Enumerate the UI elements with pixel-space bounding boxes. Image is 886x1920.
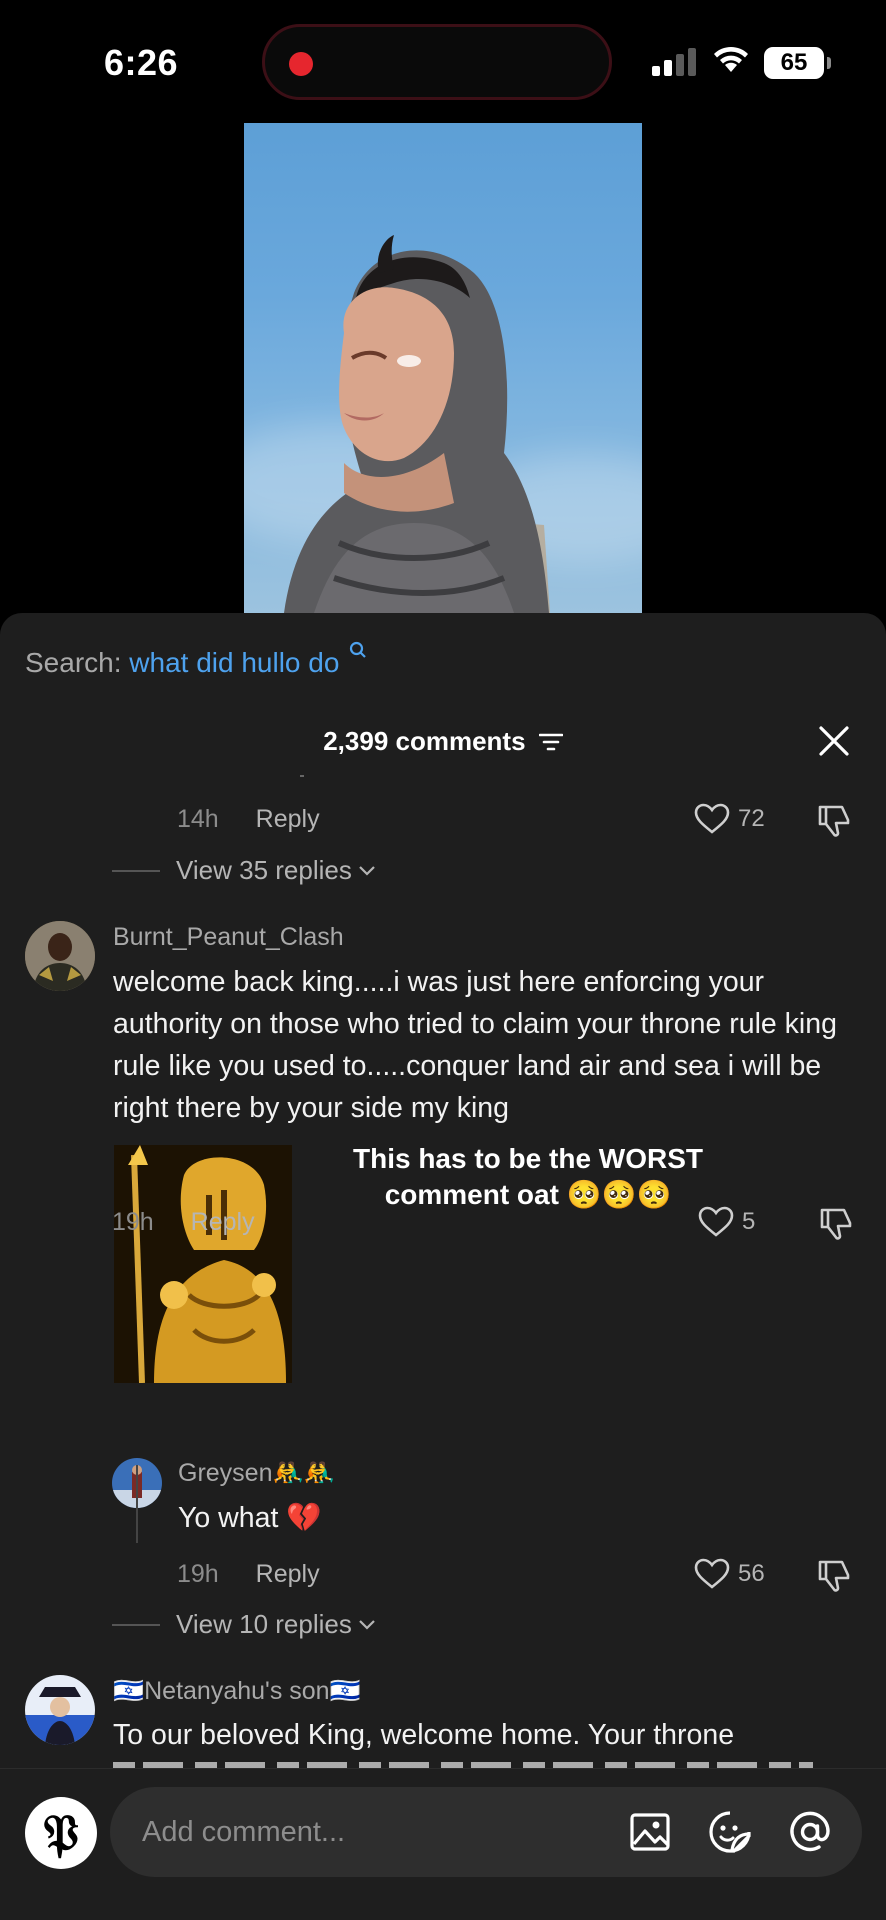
comment-meta: 14h Reply (177, 805, 320, 834)
comment-text: welcome back king.....i was just here en… (113, 966, 837, 1124)
avatar[interactable] (25, 1675, 95, 1745)
recording-indicator-icon (289, 52, 313, 76)
comment-time: 14h (177, 805, 219, 833)
view-replies-label: View 35 replies (176, 855, 352, 885)
image-icon[interactable] (628, 1810, 672, 1854)
like-button[interactable]: 56 (694, 1558, 765, 1590)
reply-button[interactable]: Reply (256, 805, 320, 833)
dynamic-island (262, 24, 612, 100)
reply-time: 19h (177, 1560, 219, 1588)
close-icon[interactable] (816, 723, 852, 759)
like-button[interactable]: 5 (698, 1206, 755, 1238)
reply-thread-line (136, 1465, 138, 1543)
search-prefix: Search: (25, 647, 122, 678)
sticker-emoji-icon[interactable] (708, 1810, 752, 1854)
comments-sheet: Search: what did hullo do 2,399 comments… (0, 613, 886, 1920)
reply-text: Yo what 💔 (178, 1502, 322, 1534)
comment-time: 19h (112, 1208, 154, 1236)
golden-warrior-sticker-image[interactable] (114, 1145, 292, 1383)
dislike-icon[interactable] (816, 803, 852, 837)
comment-composer: 𝔓 (0, 1768, 886, 1920)
comment-username[interactable]: 🇮🇱Netanyahu's son🇮🇱 (113, 1677, 361, 1706)
search-query-link[interactable]: what did hullo do (129, 647, 339, 678)
video-preview[interactable] (244, 123, 642, 613)
chevron-down-icon (359, 1619, 375, 1630)
comment-username[interactable]: Burnt_Peanut_Clash (113, 923, 344, 952)
view-replies-label: View 10 replies (176, 1609, 352, 1639)
sort-filter-icon[interactable] (538, 732, 564, 752)
heart-icon (698, 1206, 734, 1237)
like-button[interactable]: 72 (694, 803, 765, 835)
comments-header: 2,399 comments (0, 726, 886, 757)
person-in-hood-image (284, 235, 550, 613)
chevron-down-icon (359, 865, 375, 876)
video-overlay-caption: This has to be the WORST comment oat 🥺🥺🥺 (310, 1141, 746, 1213)
reply-meta: 19h Reply (177, 1560, 320, 1589)
like-count: 72 (738, 805, 765, 832)
reply-button[interactable]: Reply (256, 1560, 320, 1588)
truncated-text-remnant (300, 775, 304, 777)
dislike-icon[interactable] (818, 1206, 854, 1240)
like-count: 56 (738, 1560, 765, 1587)
search-icon (350, 641, 366, 658)
avatar[interactable] (25, 921, 95, 991)
reply-button[interactable]: Reply (191, 1208, 255, 1236)
user-avatar-image (25, 921, 95, 991)
heart-icon (694, 803, 730, 834)
battery-icon: 65 (764, 47, 831, 79)
dislike-icon[interactable] (816, 1558, 852, 1592)
wifi-icon (714, 46, 748, 72)
status-bar: 6:26 65 (0, 0, 886, 120)
comment-meta: 19h Reply (112, 1208, 255, 1237)
reply-username[interactable]: Greysen🤼‍♂️🤼‍♂️ (178, 1459, 335, 1488)
like-count: 5 (742, 1208, 756, 1235)
caption-line-1: This has to be the WORST (352, 1143, 703, 1174)
view-replies-button[interactable]: View 35 replies (112, 855, 376, 886)
comment-count: 2,399 comments (323, 726, 526, 756)
user-avatar-image (25, 1675, 95, 1745)
comment-input[interactable] (142, 1807, 602, 1857)
search-suggestion[interactable]: Search: what did hullo do (25, 641, 367, 679)
heart-icon (694, 1558, 730, 1589)
comment-text: To our beloved King, welcome home. Your … (113, 1719, 735, 1751)
caption-line-2: comment oat 🥺🥺🥺 (384, 1179, 672, 1210)
view-replies-button[interactable]: View 10 replies (112, 1609, 376, 1640)
current-user-avatar[interactable]: 𝔓 (25, 1797, 97, 1869)
cellular-signal-icon (652, 48, 698, 76)
status-time: 6:26 (104, 42, 179, 83)
comment-input-pill[interactable] (110, 1787, 862, 1877)
mention-at-icon[interactable] (788, 1810, 832, 1854)
